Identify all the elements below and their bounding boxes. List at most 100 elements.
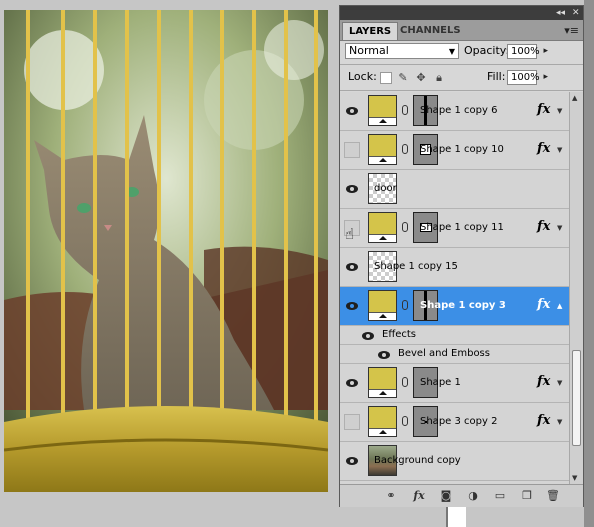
layers-scrollbar[interactable]: ▲ ▼	[569, 92, 583, 484]
panel-menu-icon[interactable]: ▾≡	[564, 24, 579, 37]
layer-effects-icon[interactable]: fx	[537, 374, 550, 389]
chain-link-icon[interactable]	[402, 105, 408, 115]
opacity-label: Opacity:	[464, 44, 510, 57]
layer-effects-icon[interactable]: fx	[537, 413, 550, 428]
shape-thumb-bar	[369, 117, 396, 125]
adjustment-layer-icon[interactable]: ◑	[466, 489, 480, 503]
layer-name[interactable]: door	[374, 182, 397, 196]
divider	[340, 90, 583, 91]
tab-channels[interactable]: CHANNELS	[394, 22, 467, 40]
fill-slider-arrow-icon[interactable]: ▸	[543, 71, 548, 84]
layer-thumbnail[interactable]	[368, 367, 397, 398]
layer-effects-icon[interactable]: fx	[537, 297, 550, 312]
layers-panel: ◂◂ ✕ LAYERS CHANNELS ▾≡ Normal ▼ Opacity…	[339, 5, 584, 507]
scroll-up-icon[interactable]: ▲	[572, 94, 577, 102]
layer-row[interactable]: Shape 3 copy 2 fx ▼	[340, 403, 569, 442]
panel-footer: ⚭ fx ◙ ◑ ▭ ❐ 🗑︎	[340, 484, 583, 507]
delete-layer-icon[interactable]: 🗑︎	[546, 489, 560, 503]
lock-move-icon[interactable]: ✥	[415, 72, 427, 84]
chain-link-icon[interactable]	[402, 416, 408, 426]
visibility-eye-icon[interactable]	[344, 298, 360, 314]
opacity-slider-arrow-icon[interactable]: ▸	[543, 45, 548, 58]
expand-effects-icon[interactable]: ▼	[557, 418, 562, 426]
document-canvas[interactable]	[4, 10, 328, 492]
chain-link-icon[interactable]	[402, 377, 408, 387]
opacity-field[interactable]: 100% ▸	[507, 44, 548, 59]
new-group-icon[interactable]: ▭	[493, 489, 507, 503]
layer-row[interactable]: door	[340, 170, 569, 209]
layer-name[interactable]: Shape 1 copy 11	[420, 221, 504, 235]
chain-link-icon[interactable]	[402, 144, 408, 154]
collapse-panel-button[interactable]: ◂◂	[556, 8, 565, 18]
link-layers-icon[interactable]: ⚭	[384, 489, 398, 503]
fill-field[interactable]: 100% ▸	[507, 70, 548, 85]
workspace-edge-bottom	[446, 504, 466, 527]
lock-all-icon[interactable]: 🔒︎	[433, 72, 445, 84]
chain-link-icon[interactable]	[402, 222, 408, 232]
tab-layers[interactable]: LAYERS	[342, 22, 399, 40]
layer-row[interactable]: Shape 1 copy 10 fx ▼	[340, 131, 569, 170]
layer-name[interactable]: Shape 1 copy 6	[420, 104, 497, 118]
layer-thumbnail[interactable]	[368, 134, 397, 165]
expand-effects-icon[interactable]: ▼	[557, 146, 562, 154]
layer-effects-icon[interactable]: fx	[537, 141, 550, 156]
visibility-eye-icon[interactable]	[344, 414, 360, 430]
layer-row[interactable]: Shape 1 fx ▼	[340, 364, 569, 403]
layer-effects-icon[interactable]: fx	[537, 219, 550, 234]
layer-name[interactable]: Shape 1 copy 15	[374, 260, 458, 274]
scrollbar-thumb[interactable]	[572, 350, 581, 446]
chain-link-icon[interactable]	[402, 300, 408, 310]
layer-name[interactable]: Shape 1 copy 3	[420, 299, 506, 313]
divider	[340, 64, 583, 65]
layers-list: Shape 1 copy 6 fx ▼ Shape 1 copy 10 fx ▼ door S…	[340, 92, 569, 484]
effect-item-row[interactable]: Bevel and Emboss	[340, 345, 569, 364]
layer-name[interactable]: Shape 1 copy 10	[420, 143, 504, 157]
add-mask-icon[interactable]: ◙	[439, 489, 453, 503]
shape-thumb-bar	[369, 156, 396, 164]
blend-mode-value: Normal	[349, 44, 389, 57]
layer-thumbnail[interactable]	[368, 212, 397, 243]
visibility-eye-icon[interactable]	[344, 453, 360, 469]
expand-effects-icon[interactable]: ▲	[557, 302, 562, 310]
blend-mode-select[interactable]: Normal ▼	[345, 43, 459, 59]
layer-row[interactable]: Shape 1 copy 3 fx ▲	[340, 287, 569, 326]
layer-row[interactable]: Background copy	[340, 442, 569, 481]
fill-value: 100%	[511, 72, 540, 83]
fill-label: Fill:	[487, 70, 506, 83]
panel-title-bar: ◂◂ ✕	[340, 6, 583, 20]
effect-visibility-icon[interactable]	[376, 347, 392, 363]
expand-effects-icon[interactable]: ▼	[557, 107, 562, 115]
visibility-eye-icon[interactable]	[344, 103, 360, 119]
visibility-eye-icon[interactable]	[344, 375, 360, 391]
layer-row[interactable]: Shape 1 copy 11 fx ▼	[340, 209, 569, 248]
shape-thumb-bar	[369, 234, 396, 242]
layer-name[interactable]: Shape 3 copy 2	[420, 415, 497, 429]
lock-transparent-icon[interactable]	[380, 72, 392, 84]
shape-thumb-bar	[369, 389, 396, 397]
lock-label: Lock:	[348, 70, 377, 83]
layer-thumbnail[interactable]	[368, 95, 397, 126]
visibility-eye-icon[interactable]	[344, 259, 360, 275]
scroll-down-icon[interactable]: ▼	[572, 474, 577, 482]
expand-effects-icon[interactable]: ▼	[557, 379, 562, 387]
layer-name[interactable]: Background copy	[374, 454, 461, 468]
layer-style-icon[interactable]: fx	[412, 489, 426, 503]
visibility-eye-icon[interactable]	[344, 142, 360, 158]
new-layer-icon[interactable]: ❐	[520, 489, 534, 503]
layer-name[interactable]: Shape 1	[420, 376, 461, 390]
layer-row[interactable]: Shape 1 copy 15	[340, 248, 569, 287]
effects-label: Effects	[382, 329, 416, 340]
effects-row[interactable]: Effects	[340, 326, 569, 345]
expand-effects-icon[interactable]: ▼	[557, 224, 562, 232]
layer-row[interactable]: Shape 1 copy 6 fx ▼	[340, 92, 569, 131]
lock-paint-icon[interactable]: ✎	[397, 72, 409, 84]
opacity-value: 100%	[511, 46, 540, 57]
layer-effects-icon[interactable]: fx	[537, 102, 550, 117]
visibility-eye-icon[interactable]	[344, 181, 360, 197]
layer-thumbnail[interactable]	[368, 406, 397, 437]
canvas-artwork	[4, 10, 328, 492]
close-panel-button[interactable]: ✕	[572, 8, 580, 18]
shape-thumb-bar	[369, 428, 396, 436]
effects-visibility-icon[interactable]	[360, 328, 376, 344]
layer-thumbnail[interactable]	[368, 290, 397, 321]
